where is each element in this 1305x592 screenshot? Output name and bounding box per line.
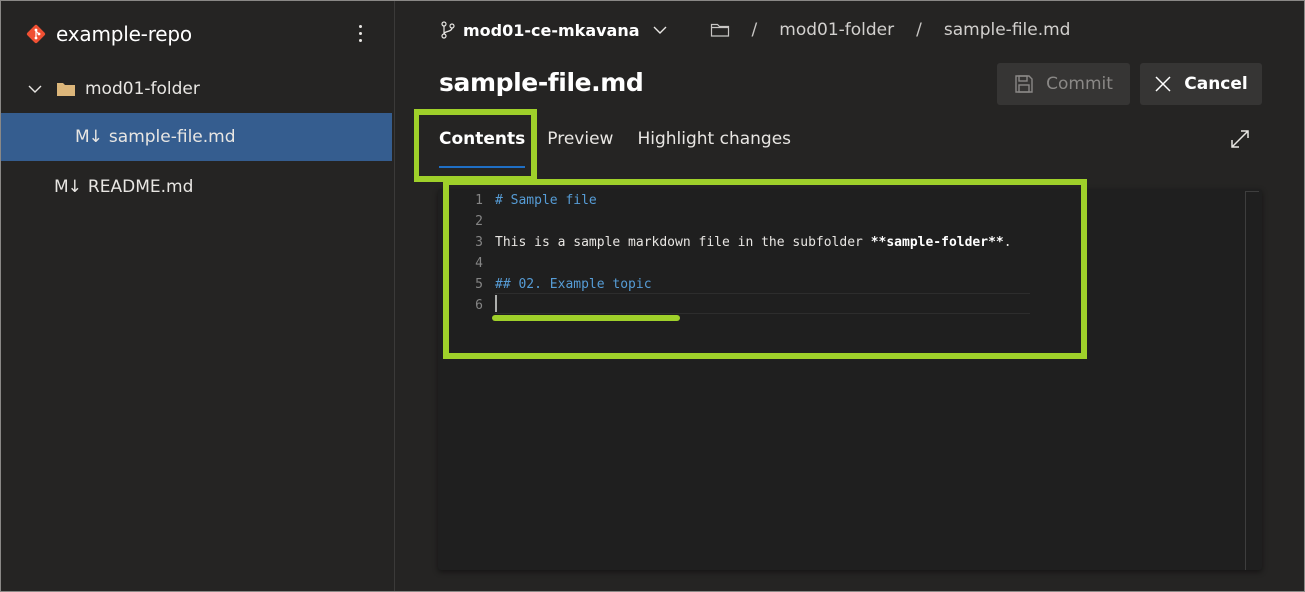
code-line: 1 # Sample file	[438, 190, 1038, 211]
commit-label: Commit	[1046, 74, 1113, 94]
cancel-label: Cancel	[1184, 74, 1248, 94]
tree-item-folder[interactable]: mod01-folder	[1, 65, 392, 113]
code-line: 5 ## 02. Example topic	[438, 274, 1038, 295]
line-number: 4	[475, 256, 483, 271]
breadcrumb-separator: /	[916, 20, 922, 40]
folder-icon	[56, 81, 76, 97]
line-number: 1	[475, 193, 483, 208]
repo-name: example-repo	[56, 22, 192, 46]
topbar: mod01-ce-mkavana / mod01-folder / sample…	[440, 15, 1070, 45]
line-text-plain: This is a sample markdown file in the su…	[495, 235, 871, 250]
markdown-icon: M↓	[75, 127, 103, 147]
code-line: 6	[438, 295, 1038, 316]
line-number: 5	[475, 277, 483, 292]
breadcrumb-folder[interactable]: mod01-folder	[779, 20, 894, 40]
repo-header[interactable]: example-repo	[25, 19, 192, 49]
close-icon	[1155, 76, 1171, 92]
branch-icon	[440, 21, 456, 39]
git-repo-icon	[25, 23, 47, 45]
editor-scrollbar[interactable]	[1245, 191, 1246, 570]
highlight-underline	[492, 315, 680, 321]
expand-button[interactable]	[1229, 128, 1251, 150]
line-text: ## 02. Example topic	[495, 277, 652, 292]
tree-item-label: sample-file.md	[108, 127, 236, 147]
line-number: 6	[475, 298, 483, 313]
branch-selector[interactable]: mod01-ce-mkavana	[463, 21, 640, 40]
folder-outline-icon[interactable]	[710, 22, 730, 38]
tab-preview[interactable]: Preview	[547, 127, 613, 167]
code-line: 4	[438, 253, 1038, 274]
code-editor[interactable]: 1 # Sample file 2 3 This is a sample mar…	[438, 189, 1262, 570]
more-vertical-icon	[358, 24, 362, 28]
text-cursor	[495, 295, 497, 312]
markdown-icon: M↓	[54, 177, 82, 197]
line-text: # Sample file	[495, 193, 597, 208]
line-number: 2	[475, 214, 483, 229]
tree-item-file-selected[interactable]: M↓ sample-file.md	[1, 113, 392, 161]
main-panel: mod01-ce-mkavana / mod01-folder / sample…	[396, 1, 1304, 591]
chevron-down-icon[interactable]	[27, 81, 43, 97]
breadcrumb-file[interactable]: sample-file.md	[944, 20, 1071, 40]
tree-item-label: mod01-folder	[85, 79, 200, 99]
tab-bar: Contents Preview Highlight changes	[439, 127, 815, 168]
line-text-after: .	[1003, 235, 1012, 250]
editor-scrollbar-top	[1245, 191, 1259, 192]
commit-button[interactable]: Commit	[997, 63, 1130, 105]
page-title: sample-file.md	[439, 68, 644, 97]
cancel-button[interactable]: Cancel	[1140, 63, 1262, 105]
line-text-bold: **sample-folder**	[870, 235, 1004, 250]
code-line: 3 This is a sample markdown file in the …	[438, 232, 1038, 253]
tree-item-label: README.md	[87, 177, 194, 197]
chevron-down-icon[interactable]	[652, 22, 668, 38]
breadcrumb-separator: /	[751, 20, 758, 40]
line-number: 3	[475, 235, 483, 250]
line-text: This is a sample markdown file in the su…	[495, 235, 1012, 250]
tree-item-file[interactable]: M↓ README.md	[1, 163, 392, 211]
expand-icon	[1231, 130, 1249, 148]
sidebar: example-repo mod01-folder M↓ sample-file…	[1, 1, 395, 591]
more-options-button[interactable]	[349, 19, 371, 47]
tab-contents[interactable]: Contents	[439, 127, 526, 168]
code-line: 2	[438, 211, 1038, 232]
save-icon	[1015, 75, 1033, 93]
tab-highlight-changes[interactable]: Highlight changes	[637, 127, 791, 167]
